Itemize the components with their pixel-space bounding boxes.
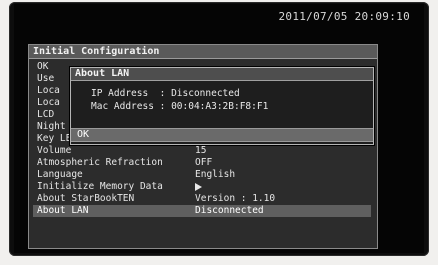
mac-address-line: Mac Address : 00:04:A3:2B:F8:F1 — [91, 101, 269, 112]
about-lan-dialog: About LAN IP Address : Disconnected Mac … — [70, 67, 374, 145]
row-value: Version : 1.10 — [195, 193, 276, 204]
ip-address-line: IP Address : Disconnected — [91, 88, 240, 99]
menu-row-volume[interactable]: Volume 15 — [33, 145, 371, 157]
row-label: Loca — [37, 97, 60, 108]
menu-row-language[interactable]: Language English — [33, 169, 371, 181]
row-label: Use — [37, 73, 55, 84]
window-title: Initial Configuration — [29, 45, 377, 59]
row-value: OFF — [195, 157, 213, 168]
row-label: Language — [37, 169, 83, 180]
datetime-display: 2011/07/05 20:09:10 — [278, 10, 410, 23]
row-label: Initialize Memory Data — [37, 181, 163, 192]
ok-button[interactable]: OK — [71, 128, 373, 142]
lcd-screen: 2011/07/05 20:09:10 Initial Configuratio… — [14, 4, 424, 253]
menu-row-about-lan[interactable]: About LAN Disconnected — [33, 205, 371, 217]
dialog-title: About LAN — [71, 68, 373, 81]
row-label: OK — [37, 61, 49, 72]
menu-row-atmospheric-refraction[interactable]: Atmospheric Refraction OFF — [33, 157, 371, 169]
menu-row-initialize-memory-data[interactable]: Initialize Memory Data — [33, 181, 371, 193]
row-label: Loca — [37, 85, 60, 96]
row-value: Disconnected — [195, 205, 264, 216]
menu-row-about-starbookten[interactable]: About StarBookTEN Version : 1.10 — [33, 193, 371, 205]
row-label: About LAN — [37, 205, 89, 216]
row-label: About StarBookTEN — [37, 193, 135, 204]
row-label: Volume — [37, 145, 72, 156]
row-label: LCD — [37, 109, 55, 120]
row-value: English — [195, 169, 236, 180]
play-arrow-icon — [195, 181, 202, 193]
row-value: 15 — [195, 145, 207, 156]
row-label: Atmospheric Refraction — [37, 157, 163, 168]
row-label: Night — [37, 121, 66, 132]
